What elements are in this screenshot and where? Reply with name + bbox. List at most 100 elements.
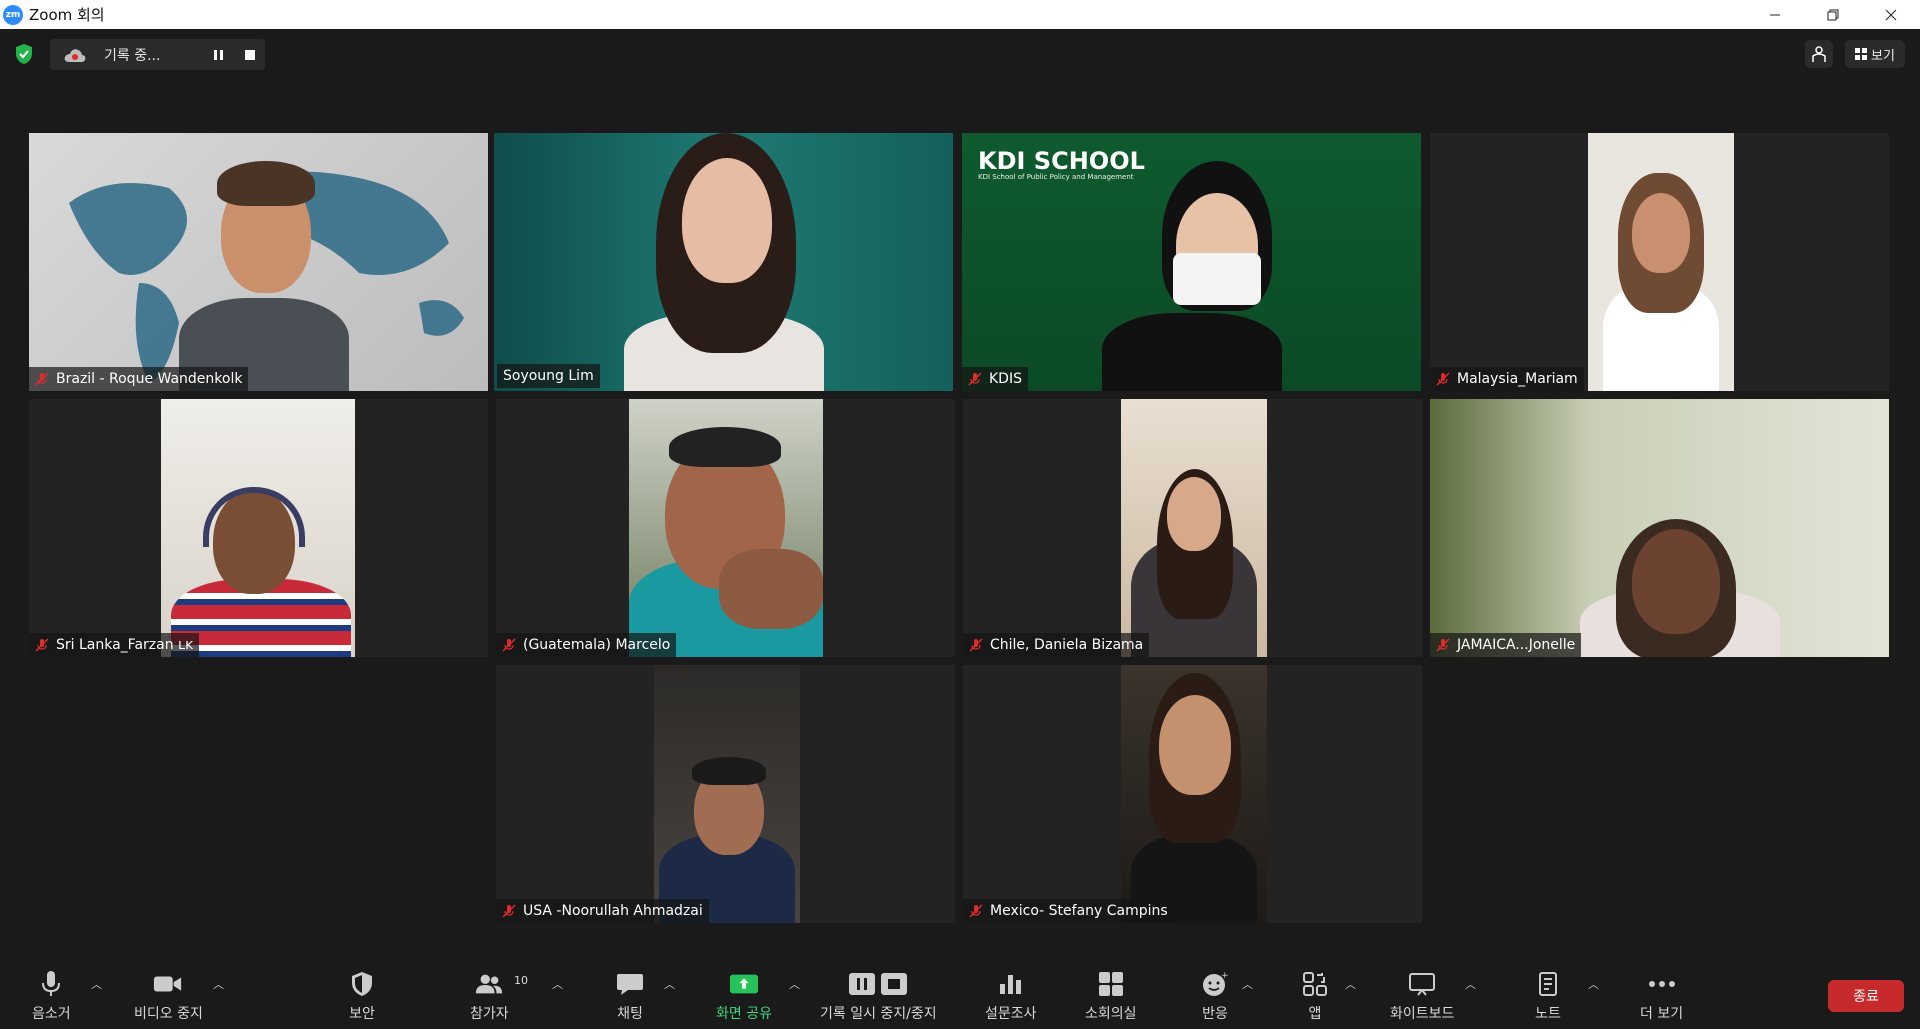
share-screen-button[interactable]: 화면 공유 — [716, 969, 772, 1023]
muted-mic-icon — [35, 372, 49, 386]
whiteboard-button[interactable]: 화이트보드 — [1390, 969, 1454, 1023]
participant-name: USA -Noorullah Ahmadzai — [523, 903, 703, 919]
video-tile[interactable]: KDI SCHOOL KDI School of Public Policy a… — [962, 133, 1421, 391]
grid-view-icon — [1855, 48, 1868, 60]
security-button[interactable]: 보안 — [347, 969, 377, 1023]
participant-name: Malaysia_Mariam — [1457, 371, 1578, 387]
video-feed — [1121, 665, 1267, 923]
restore-button[interactable] — [1804, 0, 1862, 29]
participant-name-tag: KDIS — [962, 367, 1028, 391]
video-tile[interactable]: JAMAICA...Jonelle — [1430, 399, 1889, 657]
pause-stop-icon — [846, 969, 910, 999]
svg-text:+: + — [1221, 971, 1229, 981]
share-options-caret[interactable]: ︿ — [789, 976, 801, 991]
notes-button[interactable]: 노트 — [1533, 969, 1563, 1023]
cloud-record-icon — [64, 48, 86, 62]
kdi-school-banner: KDI SCHOOL — [978, 147, 1145, 175]
apps-icon — [1300, 969, 1330, 999]
participant-name-tag: Soyoung Lim — [497, 364, 600, 388]
minimize-button[interactable] — [1746, 0, 1804, 29]
notes-options-caret[interactable]: ︿ — [1588, 976, 1600, 991]
breakout-label: 소회의실 — [1085, 1006, 1137, 1022]
video-feed — [1430, 399, 1889, 657]
restore-icon — [1827, 9, 1839, 20]
polls-button[interactable]: 설문조사 — [985, 969, 1037, 1023]
security-label: 보안 — [349, 1006, 375, 1022]
ellipsis-icon — [1647, 969, 1677, 999]
video-feed — [654, 665, 800, 923]
recording-indicator: 기록 중... — [50, 39, 265, 70]
reactions-button[interactable]: + 반응 — [1200, 969, 1230, 1023]
zoom-logo-icon: zm — [3, 4, 23, 25]
participants-options-caret[interactable]: ︿ — [552, 976, 564, 991]
video-tile-active-speaker[interactable]: Soyoung Lim — [494, 133, 953, 391]
video-feed — [161, 399, 355, 657]
apps-label: 앱 — [1308, 1006, 1322, 1022]
whiteboard-options-caret[interactable]: ︿ — [1465, 976, 1477, 991]
close-button[interactable] — [1862, 0, 1920, 29]
apps-button[interactable]: 앱 — [1300, 969, 1330, 1023]
person-frame-icon — [1812, 46, 1826, 62]
video-tile[interactable]: Chile, Daniela Bizama — [963, 399, 1422, 657]
participant-name: (Guatemala) Marcelo — [523, 637, 671, 653]
chat-options-caret[interactable]: ︿ — [664, 976, 676, 991]
mute-button[interactable]: 음소거 — [32, 969, 71, 1023]
participants-count: 10 — [514, 974, 528, 987]
video-feed — [629, 399, 823, 657]
participants-button[interactable]: 참가자 — [470, 969, 509, 1023]
video-feed — [1121, 399, 1267, 657]
chat-button[interactable]: 채팅 — [615, 969, 645, 1023]
participant-name-tag: USA -Noorullah Ahmadzai — [496, 899, 709, 923]
participant-name-tag: Mexico- Stefany Campins — [963, 899, 1174, 923]
participant-name: Soyoung Lim — [503, 368, 594, 384]
video-tile[interactable]: Sri Lanka_Farzan ʟᴋ — [29, 399, 488, 657]
encryption-shield-icon[interactable] — [14, 43, 34, 65]
video-feed — [494, 133, 953, 391]
video-tile[interactable]: Malaysia_Mariam — [1430, 133, 1889, 391]
video-tile[interactable]: Mexico- Stefany Campins — [963, 665, 1422, 923]
reactions-options-caret[interactable]: ︿ — [1242, 976, 1254, 991]
video-label: 비디오 중지 — [134, 1006, 203, 1022]
reactions-label: 반응 — [1202, 1006, 1228, 1022]
apps-options-caret[interactable]: ︿ — [1345, 976, 1357, 991]
pause-stop-recording-button[interactable]: 기록 일시 중지/중지 — [820, 969, 937, 1023]
video-tile[interactable]: (Guatemala) Marcelo — [496, 399, 955, 657]
stop-video-button[interactable]: 비디오 중지 — [134, 969, 203, 1023]
video-tile[interactable]: USA -Noorullah Ahmadzai — [496, 665, 955, 923]
chat-label: 채팅 — [617, 1006, 643, 1022]
participant-name-tag: Malaysia_Mariam — [1430, 367, 1584, 391]
immersive-view-button[interactable] — [1805, 40, 1833, 68]
participants-label: 참가자 — [470, 1006, 509, 1022]
muted-mic-icon — [502, 904, 516, 918]
mute-label: 음소거 — [32, 1006, 71, 1022]
breakout-rooms-button[interactable]: 소회의실 — [1085, 969, 1137, 1023]
end-meeting-button[interactable]: 종료 — [1828, 980, 1904, 1012]
chat-bubble-icon — [615, 969, 645, 999]
muted-mic-icon — [1436, 638, 1450, 652]
muted-mic-icon — [502, 638, 516, 652]
video-camera-icon — [153, 969, 183, 999]
more-button[interactable]: 더 보기 — [1640, 969, 1683, 1023]
muted-mic-icon — [969, 904, 983, 918]
polls-label: 설문조사 — [985, 1006, 1037, 1022]
share-label: 화면 공유 — [716, 1006, 772, 1022]
pause-recording-button[interactable] — [206, 43, 230, 66]
whiteboard-label: 화이트보드 — [1390, 1006, 1455, 1022]
microphone-icon — [36, 969, 66, 999]
breakout-grid-icon — [1096, 969, 1126, 999]
stop-recording-button[interactable] — [238, 43, 262, 66]
video-options-caret[interactable]: ︿ — [213, 976, 225, 991]
participant-name: Sri Lanka_Farzan ʟᴋ — [56, 637, 194, 653]
muted-mic-icon — [1436, 372, 1450, 386]
meeting-controls-toolbar: 음소거 ︿ 비디오 중지 ︿ 보안 참가자 10 ︿ 채팅 ︿ 화면 공유 ︿ — [0, 952, 1920, 1029]
audio-options-caret[interactable]: ︿ — [91, 976, 103, 991]
participant-name-tag: Chile, Daniela Bizama — [963, 633, 1150, 657]
record-label: 기록 일시 중지/중지 — [820, 1006, 937, 1022]
view-button[interactable]: 보기 — [1845, 40, 1905, 68]
muted-mic-icon — [969, 638, 983, 652]
video-tile[interactable]: Brazil - Roque Wandenkolk — [29, 133, 488, 391]
whiteboard-icon — [1407, 969, 1437, 999]
bar-chart-icon — [996, 969, 1026, 999]
video-feed — [29, 133, 488, 391]
participant-name: JAMAICA...Jonelle — [1457, 637, 1576, 653]
